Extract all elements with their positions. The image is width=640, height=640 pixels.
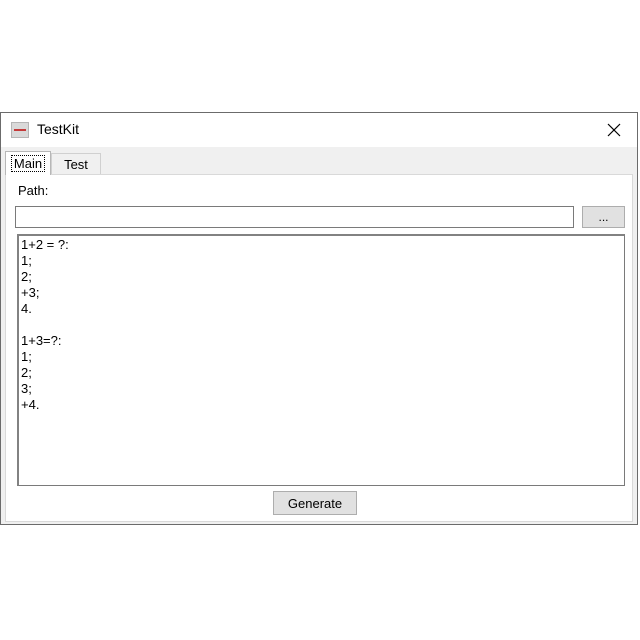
tab-test-label: Test (64, 157, 88, 172)
generate-button[interactable]: Generate (273, 491, 357, 515)
window-title: TestKit (37, 121, 80, 137)
title-bar: TestKit (1, 113, 637, 147)
app-icon (11, 122, 29, 138)
app-window: TestKit Main Test Path: ... 1+2 = ?: 1; … (0, 112, 638, 525)
output-textarea[interactable]: 1+2 = ?: 1; 2; +3; 4. 1+3=?: 1; 2; 3; +4… (17, 234, 625, 486)
tab-main-label: Main (10, 155, 46, 172)
tab-main[interactable]: Main (5, 151, 51, 175)
browse-button[interactable]: ... (582, 206, 625, 228)
close-icon (607, 123, 621, 137)
tab-test[interactable]: Test (51, 153, 101, 175)
path-input[interactable] (15, 206, 574, 228)
path-label: Path: (18, 183, 49, 198)
close-button[interactable] (591, 113, 637, 147)
tab-page-main: Path: ... 1+2 = ?: 1; 2; +3; 4. 1+3=?: 1… (5, 174, 633, 522)
